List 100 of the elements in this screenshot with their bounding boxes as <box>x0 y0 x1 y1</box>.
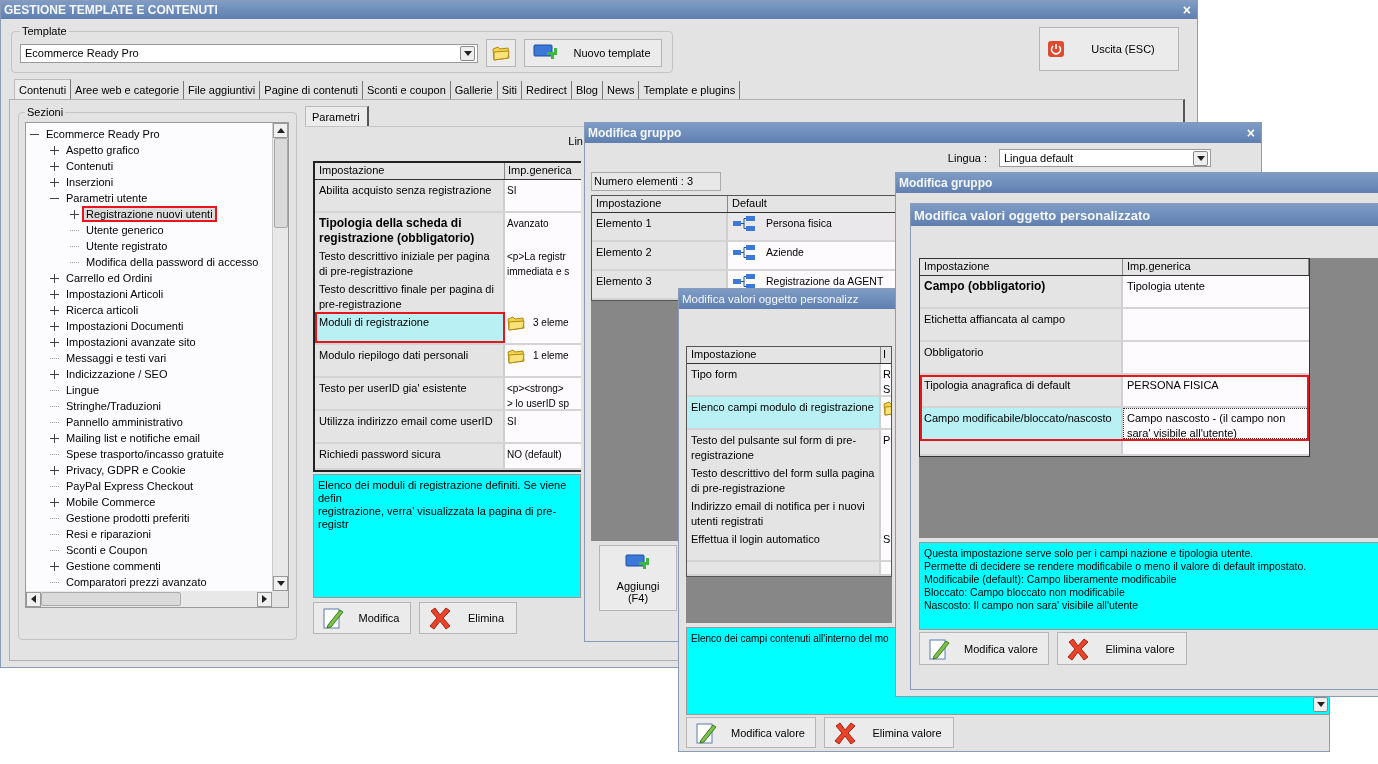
setting-cell[interactable]: Tipologia anagrafica di default <box>920 375 1123 406</box>
cell-text: 3 eleme <box>533 316 569 330</box>
expand-icon[interactable] <box>50 289 59 299</box>
setting-cell[interactable]: Testo descrittivo iniziale per pagina di pre-registrazione <box>315 246 505 282</box>
tree-item[interactable]: Contenuti <box>62 158 118 174</box>
expand-icon[interactable] <box>50 273 59 283</box>
edit-button[interactable]: Modifica <box>313 602 411 634</box>
setting-cell[interactable]: Campo (obbligatorio) <box>920 276 1123 307</box>
window-title: Modifica gruppo <box>899 176 993 190</box>
template-dropdown[interactable]: Ecommerce Ready Pro <box>20 43 478 63</box>
tree-item[interactable]: Utente registrato <box>82 238 172 254</box>
column-header: Imp.generica <box>1123 259 1309 275</box>
window-title: Modifica gruppo <box>588 126 682 140</box>
scroll-thumb[interactable] <box>273 138 288 228</box>
expand-icon[interactable] <box>50 497 59 507</box>
setting-cell[interactable]: Testo descrittivo finale per pagina di pre-registrazione <box>315 279 505 315</box>
scroll-right-button[interactable] <box>257 591 272 607</box>
setting-cell[interactable]: Moduli di registrazione <box>315 312 505 343</box>
tree-item[interactable]: Spese trasporto/incasso gratuite <box>62 446 228 462</box>
tree-item[interactable]: PayPal Express Checkout <box>62 478 198 494</box>
setting-cell[interactable]: Modulo riepilogo dati personali <box>315 345 505 376</box>
tree-item[interactable]: Indicizzazione / SEO <box>62 366 172 382</box>
tree-item[interactable]: Messaggi e testi vari <box>62 350 171 366</box>
table-cell: NO (default) <box>505 444 581 468</box>
setting-cell[interactable]: Tipologia della scheda di registrazione (obbligatorio) <box>315 213 505 249</box>
column-header: Impostazione <box>315 163 505 179</box>
tree-item[interactable]: Pannello amministrativo <box>62 414 187 430</box>
expand-icon[interactable] <box>50 161 59 171</box>
tree-item[interactable]: Gestione commenti <box>62 558 165 574</box>
setting-cell[interactable]: Campo modificabile/bloccato/nascosto <box>920 408 1123 439</box>
edit-button[interactable]: Modifica valore <box>919 632 1049 665</box>
tab[interactable]: Contenuti <box>14 79 72 99</box>
tree-item[interactable]: Carrello ed Ordini <box>62 270 157 286</box>
expand-icon[interactable] <box>50 561 59 571</box>
language-label: Lin <box>568 135 583 149</box>
tree-item[interactable]: Ecommerce Ready Pro <box>42 126 164 142</box>
table-cell: <p><strong> > lo userID sp <box>505 378 581 409</box>
setting-cell[interactable]: Etichetta affiancata al campo <box>920 309 1123 340</box>
setting-cell[interactable]: Indirizzo email di notifica per i nuovi utenti registrati <box>687 496 881 532</box>
tree-item[interactable]: Impostazioni Documenti <box>62 318 188 334</box>
tree-item[interactable]: Modifica della password di accesso <box>82 254 263 270</box>
tree-item[interactable]: Privacy, GDPR e Cookie <box>62 462 190 478</box>
tree-item[interactable]: Parametri utente <box>62 190 152 206</box>
expand-icon[interactable] <box>50 305 59 315</box>
tree-item[interactable]: Impostazioni Articoli <box>62 286 168 302</box>
tree-item[interactable]: Ricerca articoli <box>62 302 143 318</box>
setting-cell[interactable]: Elemento 2 <box>592 242 728 269</box>
scroll-down-button[interactable] <box>273 576 288 591</box>
column-header: Impostazione <box>592 196 728 212</box>
expand-icon[interactable] <box>50 321 59 331</box>
tree-item[interactable]: Resi e riparazioni <box>62 526 155 542</box>
tree-item[interactable]: Lingue <box>62 382 104 398</box>
setting-cell[interactable]: Testo del pulsante sul form di pre-registrazione <box>687 430 881 466</box>
tree-item[interactable]: Mailing list e notifiche email <box>62 430 204 446</box>
setting-cell[interactable]: Testo per userID gia' esistente <box>315 378 505 409</box>
expand-icon[interactable] <box>50 337 59 347</box>
tree-item[interactable]: Mobile Commerce <box>62 494 160 510</box>
scroll-up-button[interactable] <box>273 123 288 138</box>
tree-item[interactable]: Impostazioni avanzate sito <box>62 334 200 350</box>
setting-cell[interactable]: Richiedi password sicura <box>315 444 505 468</box>
tab[interactable]: Parametri <box>305 106 369 126</box>
expand-icon[interactable] <box>50 465 59 475</box>
language-label: Lingua : <box>947 152 987 164</box>
tree-item[interactable]: Registrazione nuovi utenti <box>82 206 217 222</box>
setting-cell[interactable]: Elemento 1 <box>592 213 728 240</box>
horizontal-scrollbar[interactable] <box>26 591 272 607</box>
setting-cell[interactable]: Obbligatorio <box>920 342 1123 373</box>
tree-item[interactable]: Inserzioni <box>62 174 118 190</box>
add-button[interactable]: Aggiungi (F4) <box>599 545 677 611</box>
setting-cell[interactable]: Abilita acquisto senza registrazione <box>315 180 505 211</box>
tree-item[interactable]: Utente generico <box>82 222 168 238</box>
setting-cell[interactable]: Elenco campi modulo di registrazione <box>687 397 881 428</box>
expand-icon[interactable] <box>50 145 59 155</box>
delete-button[interactable]: Elimina valore <box>1057 632 1187 665</box>
folder-icon <box>507 348 525 364</box>
edit-icon <box>928 636 950 661</box>
edit-button[interactable]: Modifica valore <box>686 717 816 748</box>
expand-icon[interactable] <box>70 209 79 219</box>
tree-item[interactable]: Stringhe/Traduzioni <box>62 398 165 414</box>
new-template-button[interactable]: Nuovo template <box>524 39 662 67</box>
expand-icon[interactable] <box>50 433 59 443</box>
setting-cell[interactable]: Utilizza indirizzo email come userID <box>315 411 505 442</box>
cell-text: Aziende <box>766 245 804 260</box>
vertical-scrollbar[interactable] <box>272 123 288 591</box>
tree-item[interactable]: Aspetto grafico <box>62 142 144 158</box>
tree-item[interactable]: Gestione prodotti preferiti <box>62 510 194 526</box>
language-dropdown[interactable]: Lingua default <box>999 149 1211 167</box>
setting-cell[interactable]: Tipo form <box>687 364 881 395</box>
tree-item[interactable]: Comparatori prezzi avanzato <box>62 574 211 590</box>
right-arrow-icon <box>262 595 267 603</box>
delete-button[interactable]: Elimina valore <box>824 717 954 748</box>
expand-icon[interactable] <box>50 177 59 187</box>
setting-cell[interactable]: Effettua il login automatico <box>687 529 881 560</box>
setting-cell[interactable]: Testo descrittivo del form sulla pagina di pre-registrazione <box>687 463 881 499</box>
scroll-thumb[interactable] <box>41 592 181 606</box>
exit-button[interactable]: Uscita (ESC) <box>1039 27 1179 71</box>
tree-item[interactable]: Sconti e Coupon <box>62 542 152 558</box>
scroll-left-button[interactable] <box>26 591 41 607</box>
delete-button[interactable]: Elimina <box>419 602 517 634</box>
expand-icon[interactable] <box>50 369 59 379</box>
